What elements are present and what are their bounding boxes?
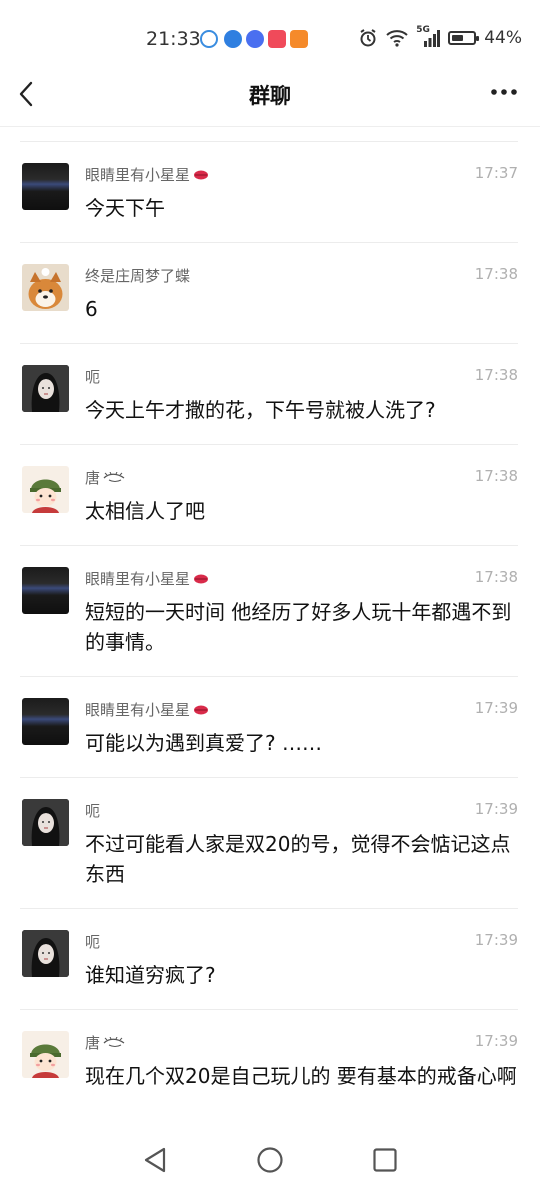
message-text: 不过可能看人家是双20的号，觉得不会惦记这点东西	[85, 832, 511, 886]
avatar[interactable]	[22, 163, 69, 210]
list-item[interactable]: 终是庄周梦了蝶 17:38 6	[20, 242, 518, 343]
message-text: 谁知道穷疯了?	[85, 963, 216, 987]
chat-app-icon	[200, 30, 218, 48]
status-time: 21:33	[146, 28, 201, 50]
message-text: 现在几个双20是自己玩儿的 要有基本的戒备心啊	[85, 1064, 517, 1088]
signal-icon: 5G	[416, 25, 441, 47]
page-title: 群聊	[249, 84, 291, 108]
list-item[interactable]: 眼睛里有小星星 17:38 短短的一天时间 他经历了好多人玩十年都遇不到的事情。	[20, 545, 518, 676]
list-item[interactable]: 呃 17:38 今天上午才撒的花，下午号就被人洗了?	[20, 343, 518, 444]
message-time: 17:39	[474, 931, 518, 949]
red-app-icon	[268, 30, 286, 48]
sender-name: 眼睛里有小星星	[85, 164, 209, 185]
status-right-group: 5G 44%	[358, 25, 522, 48]
message-text: 今天上午才撒的花，下午号就被人洗了?	[85, 398, 436, 422]
wifi-icon	[386, 30, 408, 47]
system-nav-bar	[0, 1130, 540, 1200]
alarm-icon	[360, 29, 376, 47]
avatar[interactable]	[22, 930, 69, 977]
battery-percent: 44%	[484, 28, 522, 48]
list-item[interactable]: 呃 17:39 谁知道穷疯了?	[20, 908, 518, 1009]
sender-name: 眼睛里有小星星	[85, 699, 209, 720]
nav-home-icon[interactable]	[256, 1146, 284, 1174]
message-time: 17:39	[474, 1032, 518, 1050]
message-time: 17:39	[474, 699, 518, 717]
list-item[interactable]: 唐 17:38 太相信人了吧	[20, 444, 518, 545]
message-time: 17:37	[474, 164, 518, 182]
message-time: 17:38	[474, 568, 518, 586]
sender-name: 眼睛里有小星星	[85, 568, 209, 589]
list-item[interactable]: 唐 17:39 现在几个双20是自己玩儿的 要有基本的戒备心啊	[20, 1009, 518, 1140]
list-item[interactable]: 眼睛里有小星星 17:39 可能以为遇到真爱了? ……	[20, 676, 518, 777]
nav-bar: 群聊	[0, 62, 540, 127]
battery-icon	[448, 31, 480, 45]
music-app-icon	[246, 30, 264, 48]
video-app-icon	[290, 30, 308, 48]
sender-name: 终是庄周梦了蝶	[85, 267, 191, 285]
message-time: 17:38	[474, 467, 518, 485]
more-options-icon[interactable]	[490, 88, 518, 96]
list-item[interactable]: 眼睛里有小星星 17:37 今天下午	[20, 141, 518, 242]
list-item[interactable]: 呃 17:39 不过可能看人家是双20的号，觉得不会惦记这点东西	[20, 777, 518, 908]
browser-app-icon	[224, 30, 242, 48]
message-text: 今天下午	[85, 196, 165, 220]
avatar[interactable]	[22, 799, 69, 846]
sender-name: 唐	[85, 1032, 125, 1053]
message-text: 短短的一天时间 他经历了好多人玩十年都遇不到的事情。	[85, 600, 512, 654]
message-time: 17:38	[474, 265, 518, 283]
avatar[interactable]	[22, 567, 69, 614]
sender-name: 呃	[85, 933, 101, 951]
avatar[interactable]	[22, 365, 69, 412]
lips-icon	[194, 574, 209, 583]
sender-name: 唐	[85, 467, 125, 488]
message-text: 太相信人了吧	[85, 499, 205, 523]
lips-icon	[194, 170, 209, 179]
nav-back-icon[interactable]	[142, 1146, 168, 1174]
avatar[interactable]	[22, 698, 69, 745]
eye-lash-icon	[103, 471, 125, 482]
sender-name: 呃	[85, 802, 101, 820]
avatar[interactable]	[22, 264, 69, 311]
eye-lash-icon	[103, 1036, 125, 1047]
message-list: 眼睛里有小星星 17:37 今天下午 终是庄周梦了蝶 17:38 6 呃 17:…	[0, 141, 540, 1140]
avatar[interactable]	[22, 1031, 69, 1078]
sender-name: 呃	[85, 368, 101, 386]
message-time: 17:39	[474, 800, 518, 818]
message-time: 17:38	[474, 366, 518, 384]
nav-recents-icon[interactable]	[372, 1147, 398, 1173]
avatar[interactable]	[22, 466, 69, 513]
lips-icon	[194, 705, 209, 714]
message-text: 6	[85, 297, 98, 321]
message-text: 可能以为遇到真爱了? ……	[85, 731, 322, 755]
